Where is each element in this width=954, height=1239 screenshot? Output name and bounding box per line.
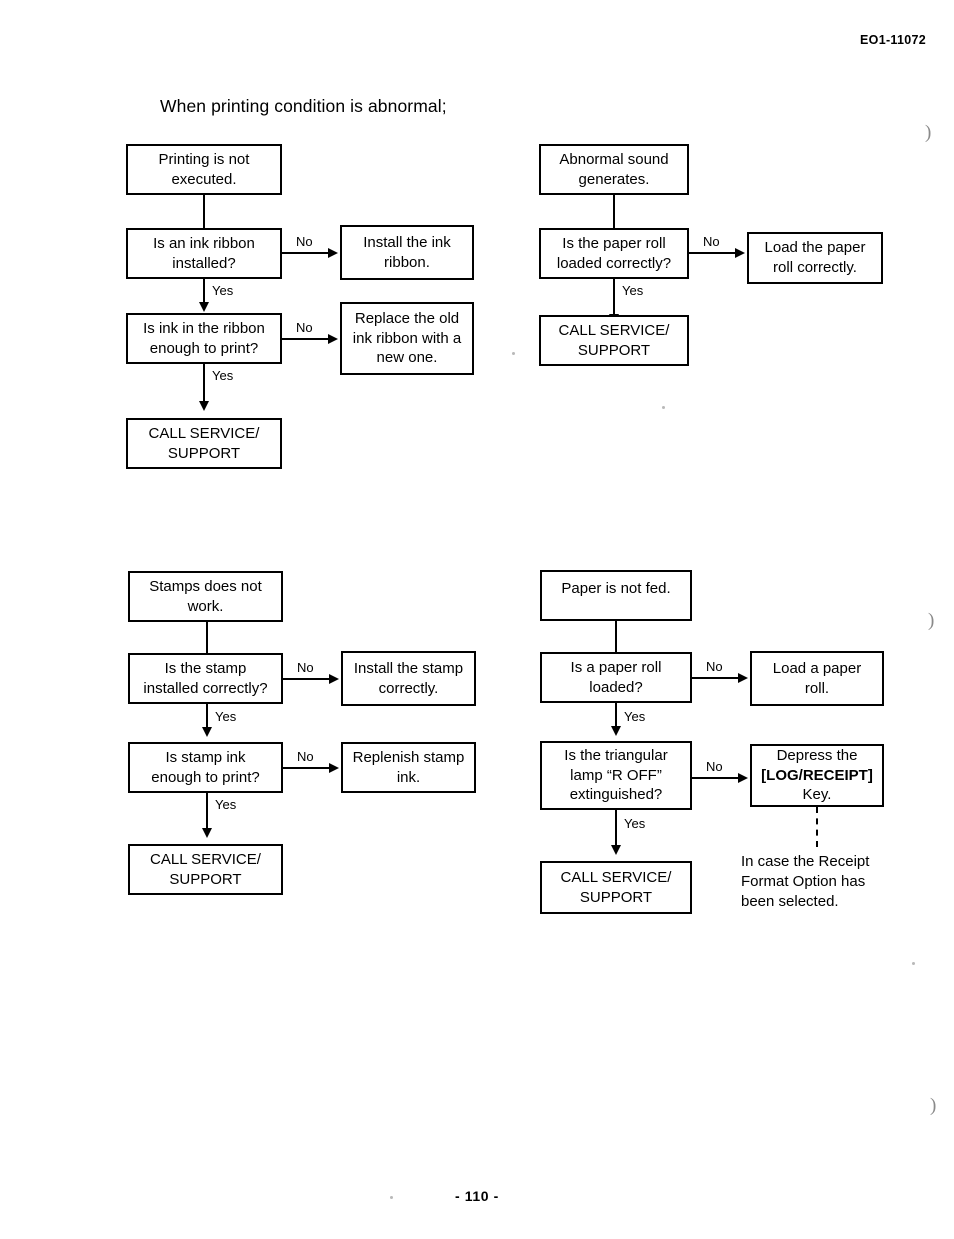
fc1-q1-no-label: No xyxy=(296,234,313,249)
fc4-q2-no-label: No xyxy=(706,759,723,774)
fc3-q1-yes-label: Yes xyxy=(215,709,237,724)
fc4-q2-yes-arrowhead xyxy=(611,845,621,855)
fc2-start-box: Abnormal sound generates. xyxy=(539,144,689,195)
fc2-q1-no-label: No xyxy=(703,234,720,249)
fc3-question-1-box: Is the stamp installed correctly? xyxy=(128,653,283,704)
fc4-q1-yes-arrowhead xyxy=(611,726,621,736)
fc2-question-1-box: Is the paper roll loaded correctly? xyxy=(539,228,689,279)
fc4-q2-no-action-key: [LOG/RECEIPT] xyxy=(761,766,873,784)
fc4-q1-no-action-box: Load a paper roll. xyxy=(750,651,884,706)
fc1-q2-no-line xyxy=(282,338,330,340)
fc4-q2-no-action-line3: Key. xyxy=(802,786,832,804)
fc3-q1-no-arrowhead xyxy=(329,674,339,684)
fc3-q2-no-action-box: Replenish stamp ink. xyxy=(341,742,476,793)
fc3-question-2-box: Is stamp ink enough to print? xyxy=(128,742,283,793)
fc2-q1-yes-label: Yes xyxy=(622,283,644,298)
fc4-q2-no-action-box: Depress the [LOG/RECEIPT] Key. xyxy=(750,744,884,807)
fc3-q2-no-line xyxy=(283,767,331,769)
fc4-q1-no-label: No xyxy=(706,659,723,674)
fc4-start-box: Paper is not fed. xyxy=(540,570,692,621)
fc4-q2-yes-label: Yes xyxy=(624,816,646,831)
margin-mark-2: ) xyxy=(928,610,935,631)
fc2-q1-yes-line xyxy=(613,279,615,316)
fc1-q2-no-arrowhead xyxy=(328,334,338,344)
fc1-connector-start-to-q1 xyxy=(203,195,205,228)
fc4-question-1-box: Is a paper roll loaded? xyxy=(540,652,692,703)
fc1-q2-yes-arrowhead xyxy=(199,401,209,411)
fc3-q2-no-arrowhead xyxy=(329,763,339,773)
fc1-question-2-box: Is ink in the ribbon enough to print? xyxy=(126,313,282,364)
document-code: EO1-11072 xyxy=(860,33,926,47)
fc1-q2-no-label: No xyxy=(296,320,313,335)
page-title: When printing condition is abnormal; xyxy=(160,96,447,116)
fc4-q1-yes-label: Yes xyxy=(624,709,646,724)
fc2-q1-no-arrowhead xyxy=(735,248,745,258)
fc1-question-1-box: Is an ink ribbon installed? xyxy=(126,228,282,279)
fc3-q1-yes-line xyxy=(206,704,208,729)
fc4-note-text: In case the Receipt Format Option has be… xyxy=(741,853,870,910)
fc4-q2-no-arrowhead xyxy=(738,773,748,783)
fc4-q1-yes-line xyxy=(615,703,617,728)
fc3-q1-no-line xyxy=(283,678,331,680)
fc1-q1-no-arrowhead xyxy=(328,248,338,258)
fc2-connector-start-to-q1 xyxy=(613,195,615,228)
fc1-q1-no-action-box: Install the ink ribbon. xyxy=(340,225,474,280)
fc1-q1-yes-label: Yes xyxy=(212,283,234,298)
fc3-start-box: Stamps does not work. xyxy=(128,571,283,622)
fc2-q1-no-line xyxy=(689,252,737,254)
fc3-q2-no-label: No xyxy=(297,749,314,764)
fc1-q1-no-line xyxy=(282,252,330,254)
fc3-q2-yes-arrowhead xyxy=(202,828,212,838)
fc3-q1-no-label: No xyxy=(297,660,314,675)
fc3-q2-yes-label: Yes xyxy=(215,797,237,812)
fc4-connector-start-to-q1 xyxy=(615,621,617,652)
fc3-q2-yes-line xyxy=(206,793,208,830)
fc1-q2-yes-line xyxy=(203,364,205,403)
fc4-q2-yes-line xyxy=(615,810,617,847)
fc4-q1-no-arrowhead xyxy=(738,673,748,683)
fc4-question-2-box: Is the triangular lamp “R OFF” extinguis… xyxy=(540,741,692,810)
fc1-q1-yes-line xyxy=(203,279,205,304)
fc3-connector-start-to-q1 xyxy=(206,622,208,653)
fc3-q1-yes-arrowhead xyxy=(202,727,212,737)
fc4-end-box: CALL SERVICE/ SUPPORT xyxy=(540,861,692,914)
fc1-q1-yes-arrowhead xyxy=(199,302,209,312)
document-page: EO1-11072 When printing condition is abn… xyxy=(0,0,954,1239)
fc4-q2-no-line xyxy=(692,777,740,779)
scan-speck-2 xyxy=(662,406,665,409)
fc3-q1-no-action-box: Install the stamp correctly. xyxy=(341,651,476,706)
fc4-q1-no-line xyxy=(692,677,740,679)
scan-speck-3 xyxy=(912,962,915,965)
fc4-note-dashed-connector xyxy=(816,807,818,847)
fc4-q2-no-action-line1: Depress the xyxy=(776,746,858,764)
fc1-start-box: Printing is not executed. xyxy=(126,144,282,195)
fc1-q2-no-action-box: Replace the old ink ribbon with a new on… xyxy=(340,302,474,375)
fc1-end-box: CALL SERVICE/ SUPPORT xyxy=(126,418,282,469)
margin-mark-1: ) xyxy=(925,122,932,143)
fc2-q1-no-action-box: Load the paper roll correctly. xyxy=(747,232,883,284)
scan-speck-1 xyxy=(512,352,515,355)
fc1-q2-yes-label: Yes xyxy=(212,368,234,383)
margin-mark-3: ) xyxy=(930,1095,937,1116)
page-number: - 110 - xyxy=(455,1188,499,1204)
fc2-end-box: CALL SERVICE/ SUPPORT xyxy=(539,315,689,366)
fc3-end-box: CALL SERVICE/ SUPPORT xyxy=(128,844,283,895)
